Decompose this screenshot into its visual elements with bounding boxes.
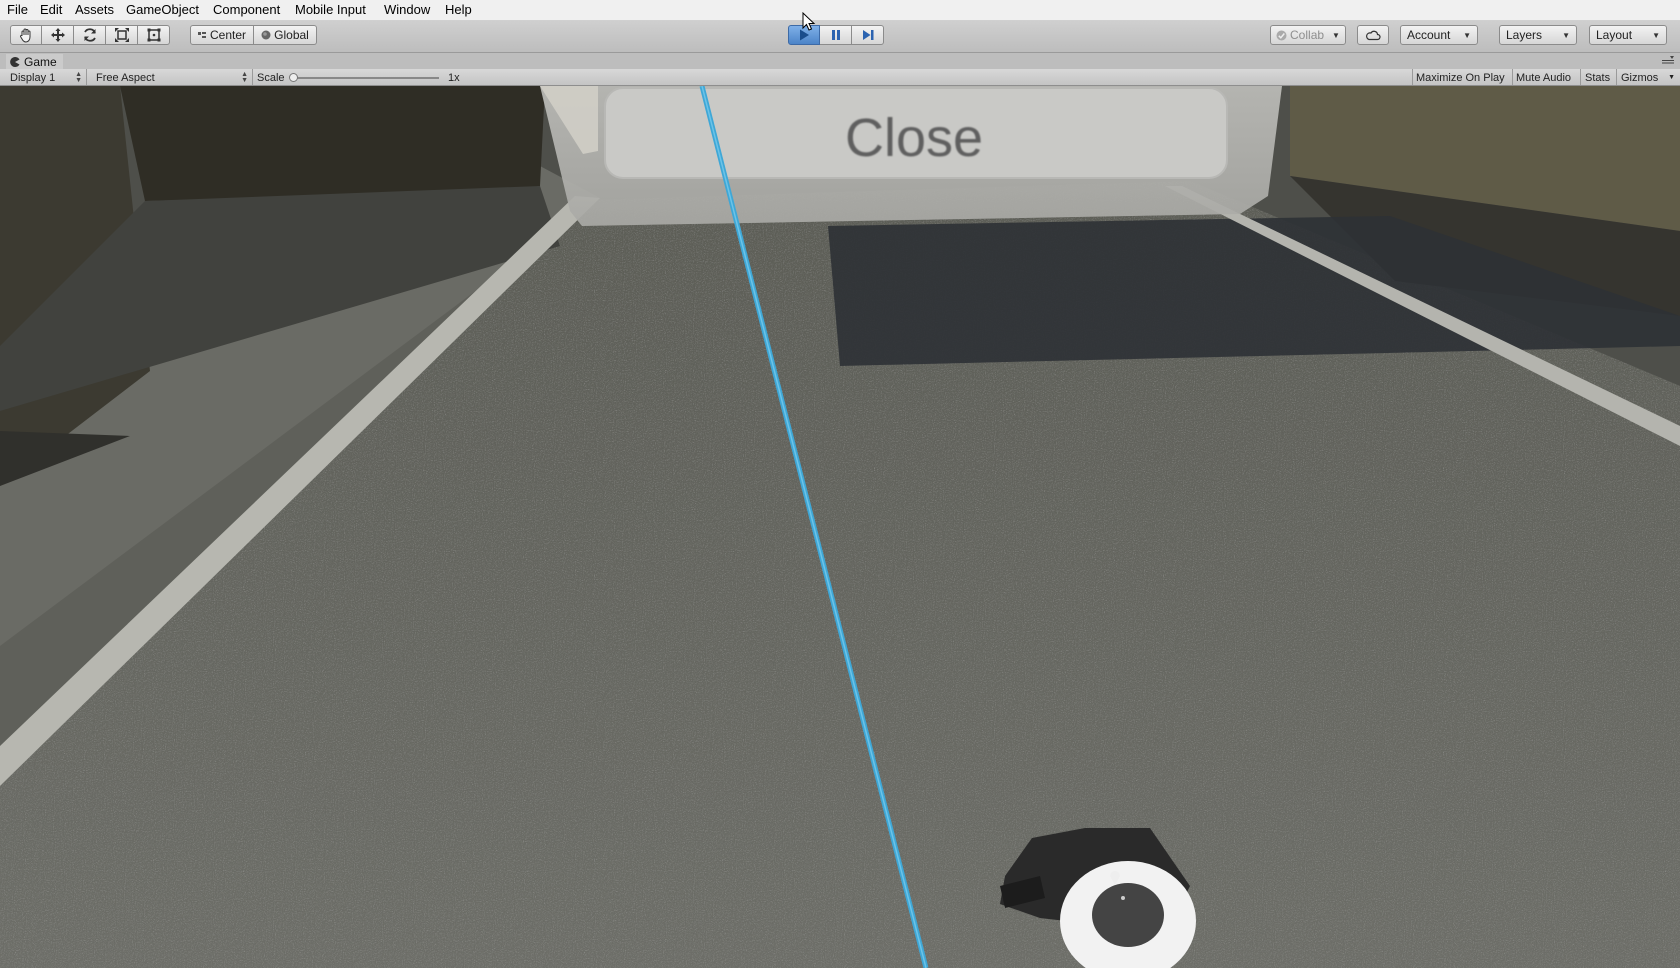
- move-tool-button[interactable]: [42, 25, 74, 45]
- pacman-icon: [10, 56, 20, 67]
- divider: [252, 69, 253, 85]
- scale-slider-handle[interactable]: [289, 73, 298, 82]
- menu-help[interactable]: Help: [443, 2, 474, 17]
- layout-dropdown[interactable]: Layout ▼: [1589, 25, 1667, 45]
- updown-icon: ▲ ▼: [241, 70, 248, 84]
- collab-check-icon: [1276, 30, 1287, 40]
- cloud-button[interactable]: [1357, 25, 1389, 45]
- caret-down-icon: ▼: [1668, 74, 1675, 81]
- controller-dot: [1121, 896, 1125, 900]
- account-dropdown[interactable]: Account ▼: [1400, 25, 1478, 45]
- menu-file[interactable]: File: [5, 2, 30, 17]
- controller-trackpad: [1092, 883, 1164, 947]
- collab-label: Collab: [1290, 28, 1325, 42]
- world-space-panel: Close: [540, 86, 1282, 226]
- aspect-dropdown[interactable]: Free Aspect ▲ ▼: [96, 71, 248, 84]
- pivot-mode-button[interactable]: Center: [190, 25, 254, 45]
- hand-icon: [20, 28, 31, 43]
- display-label: Display 1: [10, 71, 56, 84]
- pivot-mode-label: Center: [209, 28, 247, 42]
- account-label: Account: [1407, 28, 1451, 42]
- caret-down-icon: ▼: [1562, 30, 1570, 40]
- menu-assets[interactable]: Assets: [73, 2, 116, 17]
- mute-audio-toggle[interactable]: Mute Audio: [1516, 71, 1571, 84]
- divider: [1616, 69, 1617, 85]
- layout-label: Layout: [1596, 28, 1633, 42]
- step-icon: [862, 30, 873, 40]
- rotate-tool-button[interactable]: [74, 25, 106, 45]
- panel-menu-icon[interactable]: [1662, 56, 1674, 64]
- scale-value: 1x: [448, 71, 460, 84]
- stats-toggle[interactable]: Stats: [1585, 71, 1610, 84]
- main-toolbar: Center Global Collab ▼ Account ▼ Layers …: [0, 21, 1680, 53]
- move-icon: [50, 28, 65, 42]
- scene-render: Close: [0, 86, 1680, 968]
- pivot-rotation-button[interactable]: Global: [254, 25, 317, 45]
- layers-dropdown[interactable]: Layers ▼: [1499, 25, 1577, 45]
- menu-bar: File Edit Assets GameObject Component Mo…: [0, 0, 1680, 21]
- caret-down-icon: ▼: [1463, 30, 1471, 40]
- step-button[interactable]: [852, 25, 884, 45]
- caret-down-icon: ▼: [1652, 30, 1660, 40]
- divider: [86, 69, 87, 85]
- globe-icon: [261, 30, 271, 40]
- game-viewport[interactable]: Close: [0, 86, 1680, 968]
- hand-tool-button[interactable]: [10, 25, 42, 45]
- pivot-rotation-label: Global: [274, 28, 309, 42]
- rect-tool-icon: [147, 28, 160, 42]
- collab-dropdown[interactable]: Collab ▼: [1270, 25, 1346, 45]
- cloud-icon: [1366, 30, 1381, 41]
- tab-game-label: Game: [24, 54, 57, 69]
- pause-icon: [831, 30, 840, 40]
- aspect-label: Free Aspect: [96, 71, 155, 84]
- scale-slider-track[interactable]: [293, 77, 439, 79]
- mouse-cursor-icon: [802, 12, 816, 31]
- divider: [1580, 69, 1581, 85]
- divider: [1412, 69, 1413, 85]
- divider: [1512, 69, 1513, 85]
- scale-tool-button[interactable]: [106, 25, 138, 45]
- updown-icon: ▲ ▼: [75, 70, 82, 84]
- tab-game[interactable]: Game: [6, 54, 63, 69]
- menu-edit[interactable]: Edit: [38, 2, 64, 17]
- gizmos-dropdown[interactable]: Gizmos ▼: [1621, 71, 1677, 84]
- tab-strip: Game: [0, 53, 1680, 69]
- pause-button[interactable]: [820, 25, 852, 45]
- maximize-on-play-toggle[interactable]: Maximize On Play: [1416, 71, 1505, 84]
- menu-mobile-input[interactable]: Mobile Input: [293, 2, 368, 17]
- layers-label: Layers: [1506, 28, 1543, 42]
- rotate-icon: [83, 28, 96, 42]
- menu-window[interactable]: Window: [382, 2, 432, 17]
- game-view-bar: Display 1 ▲ ▼ Free Aspect ▲ ▼ Scale 1x Max…: [0, 69, 1680, 86]
- scale-icon: [114, 28, 129, 42]
- rect-tool-button[interactable]: [138, 25, 170, 45]
- pivot-center-icon: [197, 31, 206, 38]
- left-building-far: [120, 86, 545, 201]
- scale-label: Scale: [257, 71, 285, 84]
- menu-component[interactable]: Component: [211, 2, 282, 17]
- caret-down-icon: ▼: [1332, 30, 1340, 40]
- display-dropdown[interactable]: Display 1 ▲ ▼: [10, 71, 82, 84]
- close-button-label: Close: [845, 108, 983, 168]
- gizmos-label: Gizmos: [1621, 71, 1659, 84]
- menu-gameobject[interactable]: GameObject: [124, 2, 201, 17]
